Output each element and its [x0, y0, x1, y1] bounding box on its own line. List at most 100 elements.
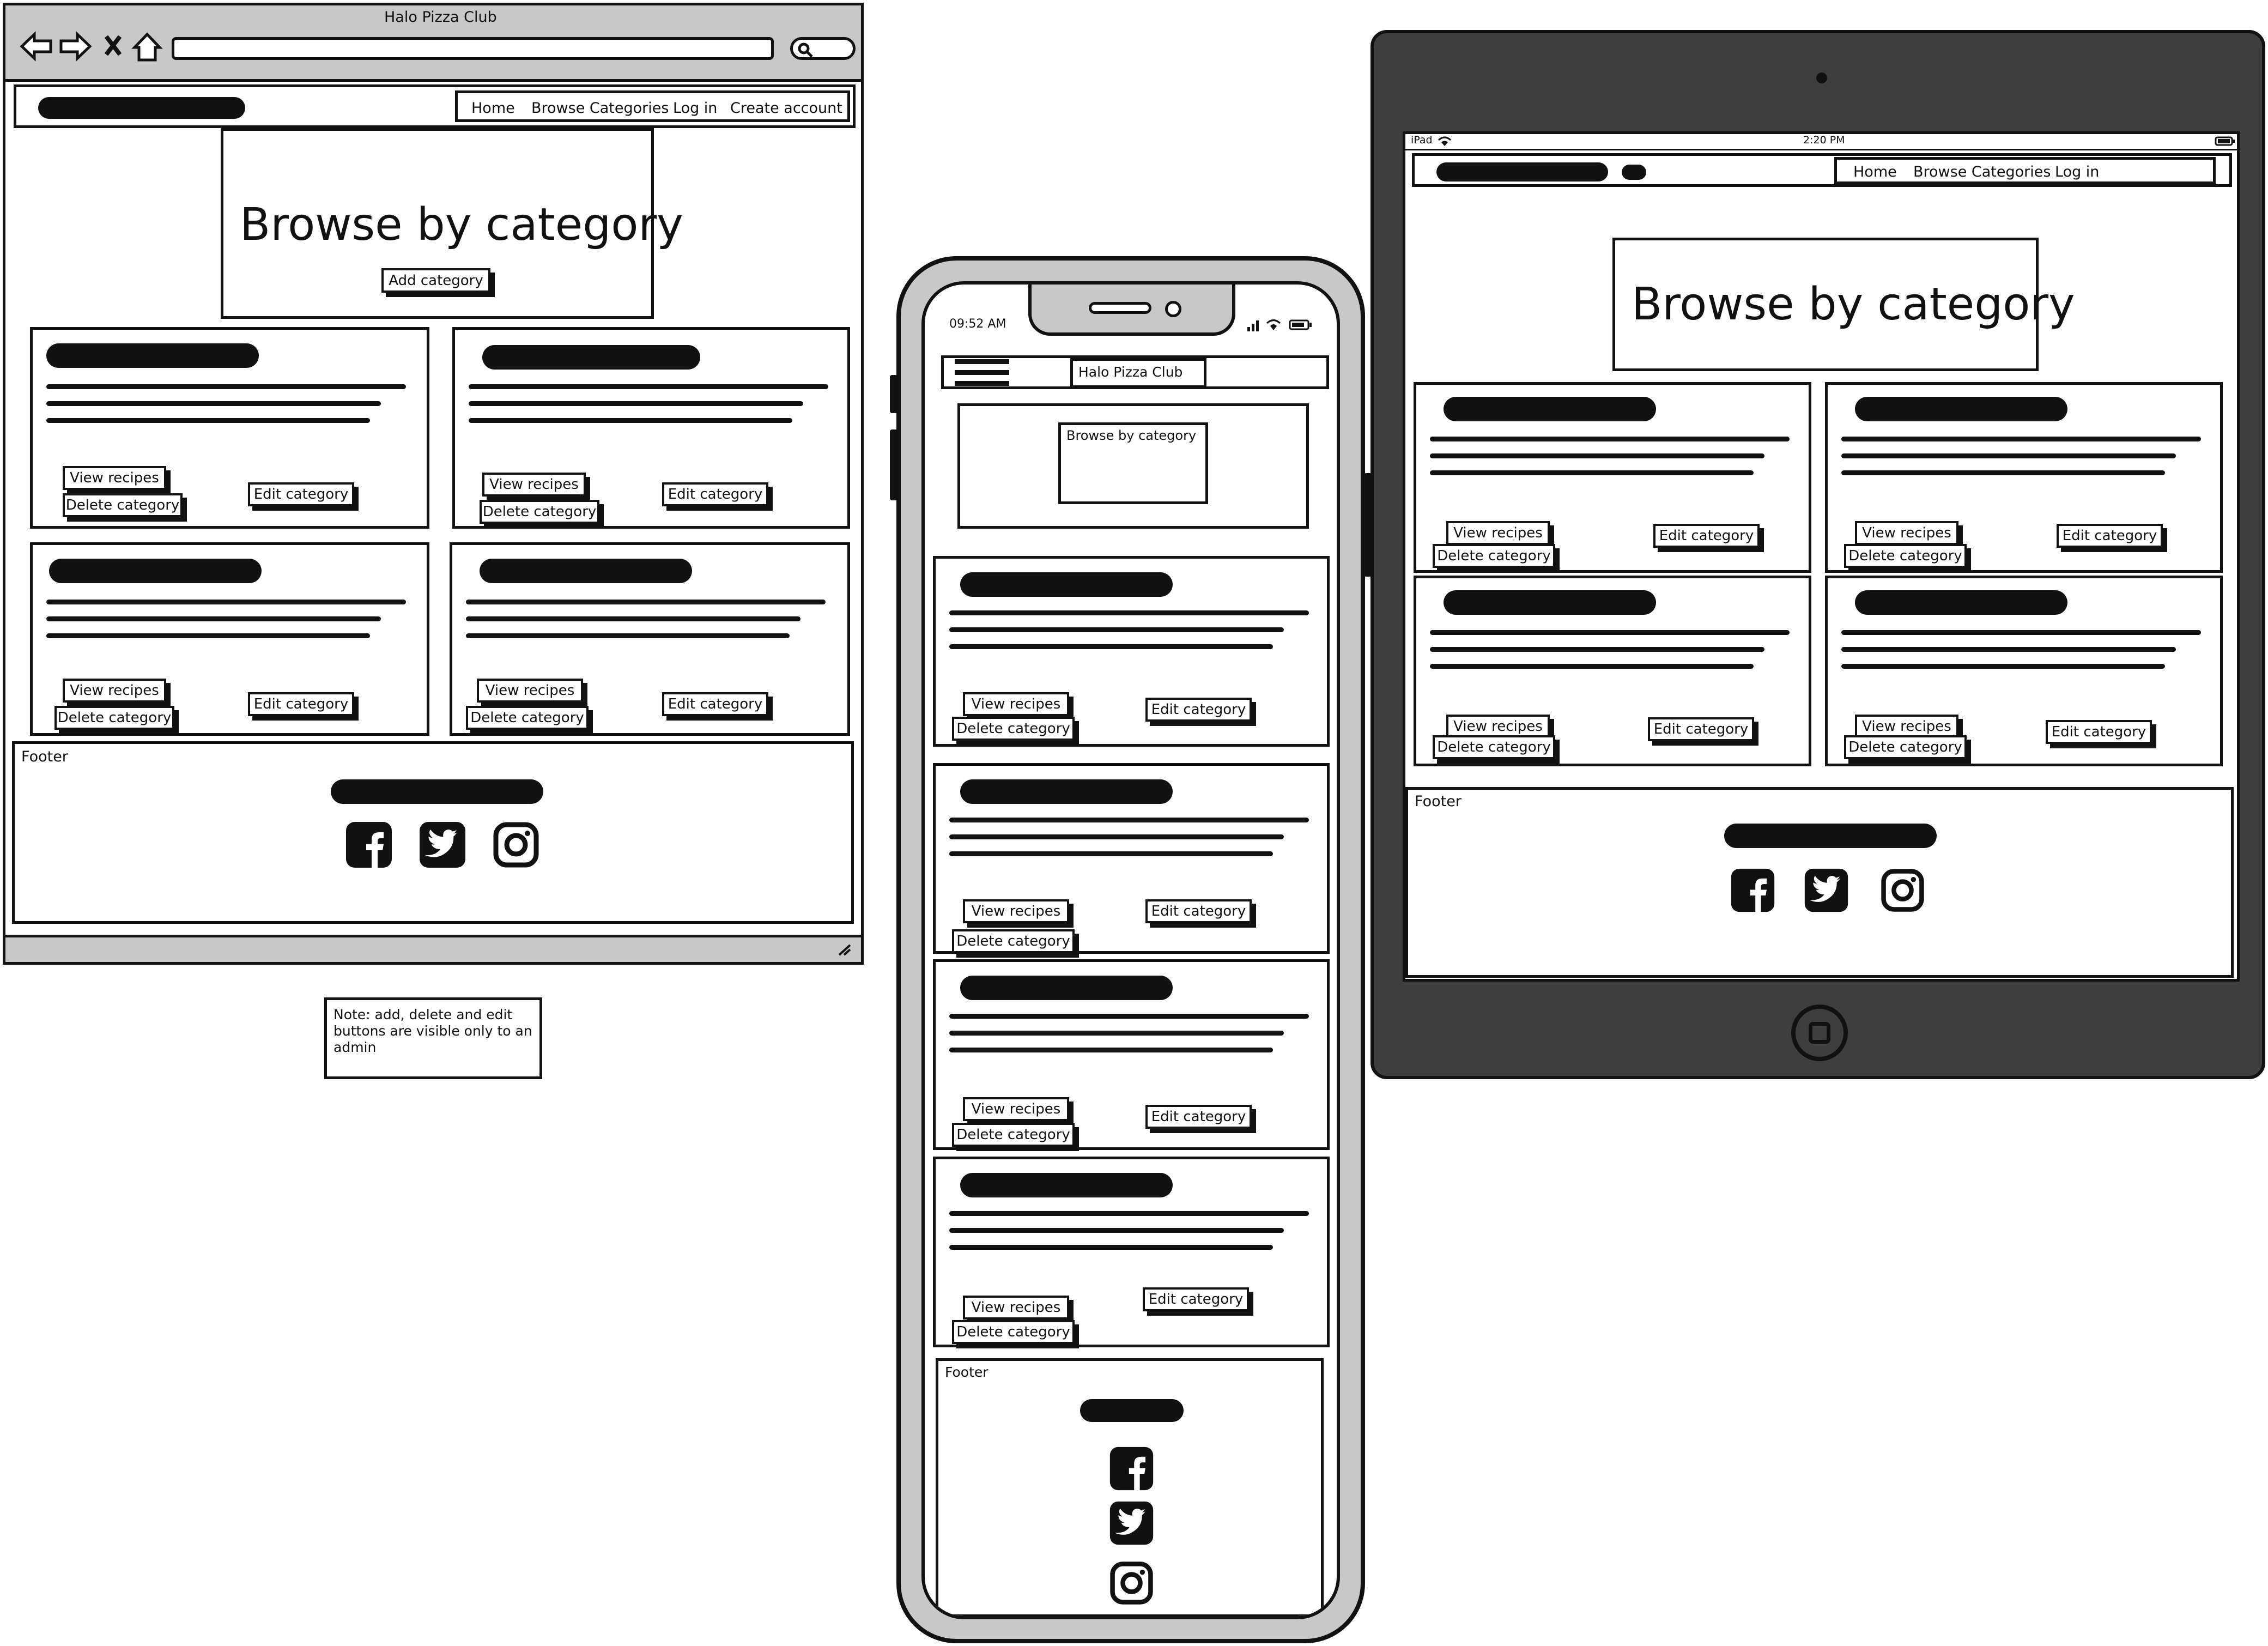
- delete-category-button[interactable]: Delete category: [466, 706, 589, 730]
- card-title-scribble: [482, 345, 700, 370]
- delete-category-button[interactable]: Delete category: [952, 717, 1075, 741]
- card-text-scribble: [949, 610, 1309, 661]
- tablet-status-bar: iPad 2:20 PM: [1405, 134, 2237, 150]
- nav-menu: Home Browse Categories Log in Create acc…: [455, 90, 850, 122]
- resize-icon[interactable]: [836, 943, 853, 957]
- page-title: Browse by category: [1632, 279, 2075, 330]
- hamburger-icon[interactable]: [955, 358, 1009, 391]
- delete-category-button[interactable]: Delete category: [1433, 544, 1555, 568]
- nav-browse-categories-link[interactable]: Browse Categories: [1913, 164, 2051, 180]
- edit-category-button[interactable]: Edit category: [248, 692, 354, 716]
- signal-icon: [1247, 320, 1259, 331]
- category-card: View recipes Delete category Edit catego…: [1825, 576, 2223, 766]
- tablet-nav-menu: Home Browse Categories Log in: [1834, 157, 2216, 184]
- view-recipes-button[interactable]: View recipes: [63, 679, 166, 703]
- browser-nav-icons: [20, 31, 163, 62]
- delete-category-button[interactable]: Delete category: [1844, 735, 1967, 759]
- view-recipes-button[interactable]: View recipes: [1855, 521, 1958, 545]
- nav-home-link[interactable]: Home: [1853, 164, 1897, 180]
- category-card: View recipes Delete category Edit catego…: [933, 556, 1330, 747]
- category-card: View recipes Delete category Edit catego…: [1414, 382, 1811, 573]
- edit-category-button[interactable]: Edit category: [2046, 720, 2152, 744]
- nav-browse-categories-link[interactable]: Browse Categories: [531, 100, 669, 117]
- tablet-wireframe: iPad 2:20 PM Home Browse Categories Log …: [1370, 30, 2265, 1079]
- nav-login-link[interactable]: Log in: [673, 100, 717, 117]
- view-recipes-button[interactable]: View recipes: [963, 692, 1069, 716]
- instagram-icon[interactable]: [1879, 867, 1926, 913]
- home-button-icon[interactable]: [1791, 1004, 1848, 1061]
- facebook-icon[interactable]: [1108, 1445, 1155, 1492]
- facebook-icon[interactable]: [1730, 867, 1776, 913]
- browser-status-bar: [5, 935, 861, 962]
- delete-category-button[interactable]: Delete category: [63, 493, 183, 517]
- edit-category-button[interactable]: Edit category: [1143, 1287, 1249, 1311]
- category-card: View recipes Delete category Edit catego…: [450, 542, 850, 736]
- card-title-scribble: [960, 572, 1173, 597]
- card-title-scribble: [960, 1173, 1173, 1197]
- category-card: View recipes Delete category Edit catego…: [1414, 576, 1811, 766]
- view-recipes-button[interactable]: View recipes: [1446, 521, 1550, 545]
- site-navbar: Home Browse Categories Log in Create acc…: [14, 84, 856, 128]
- card-text-scribble: [949, 1211, 1309, 1262]
- tablet-status-time: 2:20 PM: [1803, 134, 1845, 146]
- footer-logo-scribble: [1080, 1399, 1184, 1422]
- twitter-icon[interactable]: [1803, 867, 1849, 913]
- delete-category-button[interactable]: Delete category: [952, 1320, 1075, 1344]
- edit-category-button[interactable]: Edit category: [662, 482, 768, 506]
- logo-scribble: [38, 97, 245, 119]
- view-recipes-button[interactable]: View recipes: [63, 466, 166, 490]
- logo-scribble: [1436, 162, 1608, 181]
- facebook-icon[interactable]: [344, 820, 393, 869]
- delete-category-button[interactable]: Delete category: [952, 1123, 1075, 1147]
- phone-nav-title: Halo Pizza Club: [1078, 364, 1183, 380]
- nav-create-account-link[interactable]: Create account: [730, 100, 842, 117]
- nav-login-link[interactable]: Log in: [2055, 164, 2099, 180]
- edit-category-button[interactable]: Edit category: [1653, 524, 1760, 548]
- phone-screen: 09:52 AM Halo Pizza Club Browse by categ…: [921, 281, 1340, 1619]
- edit-category-button[interactable]: Edit category: [1145, 698, 1252, 722]
- instagram-icon[interactable]: [492, 820, 541, 869]
- card-title-scribble: [960, 976, 1173, 1000]
- nav-home-link[interactable]: Home: [471, 100, 515, 117]
- edit-category-button[interactable]: Edit category: [1648, 717, 1754, 741]
- twitter-icon[interactable]: [1108, 1500, 1155, 1546]
- footer-label: Footer: [21, 748, 68, 765]
- forward-icon: [59, 31, 92, 62]
- delete-category-button[interactable]: Delete category: [1844, 544, 1967, 568]
- phone-hero-inner: Browse by category: [1058, 422, 1208, 504]
- card-text-scribble: [469, 384, 828, 435]
- view-recipes-button[interactable]: View recipes: [963, 1296, 1069, 1320]
- category-card: View recipes Delete category Edit catego…: [30, 327, 429, 529]
- delete-category-button[interactable]: Delete category: [1433, 735, 1555, 759]
- footer-logo-scribble: [331, 779, 543, 804]
- category-card: View recipes Delete category Edit catego…: [933, 1157, 1330, 1347]
- phone-nav-title-box: Halo Pizza Club: [1070, 358, 1206, 388]
- edit-category-button[interactable]: Edit category: [1145, 1105, 1252, 1129]
- card-text-scribble: [949, 818, 1309, 868]
- page-title: Browse by category: [240, 199, 683, 251]
- card-text-scribble: [1430, 437, 1790, 487]
- delete-category-button[interactable]: Delete category: [952, 929, 1075, 953]
- tablet-navbar: Home Browse Categories Log in: [1412, 153, 2232, 187]
- address-bar[interactable]: [172, 37, 774, 60]
- view-recipes-button[interactable]: View recipes: [963, 1097, 1069, 1121]
- camera-icon: [1165, 301, 1181, 317]
- edit-category-button[interactable]: Edit category: [662, 692, 768, 716]
- desktop-browser-wireframe: Halo Pizza Club Home Browse Categories L…: [3, 3, 864, 965]
- view-recipes-button[interactable]: View recipes: [482, 473, 586, 497]
- admin-note: Note: add, delete and edit buttons are v…: [324, 997, 542, 1079]
- edit-category-button[interactable]: Edit category: [1145, 899, 1252, 923]
- view-recipes-button[interactable]: View recipes: [963, 899, 1069, 923]
- view-recipes-button[interactable]: View recipes: [477, 679, 583, 703]
- delete-category-button[interactable]: Delete category: [480, 500, 599, 524]
- edit-category-button[interactable]: Edit category: [248, 482, 354, 506]
- phone-status-time: 09:52 AM: [949, 317, 1006, 331]
- search-box[interactable]: [790, 37, 856, 60]
- speaker: [1089, 302, 1151, 314]
- edit-category-button[interactable]: Edit category: [2057, 524, 2163, 548]
- add-category-button[interactable]: Add category: [381, 268, 490, 293]
- twitter-icon[interactable]: [418, 820, 467, 869]
- delete-category-button[interactable]: Delete category: [54, 706, 174, 730]
- footer-label: Footer: [945, 1364, 989, 1380]
- instagram-icon[interactable]: [1108, 1560, 1155, 1606]
